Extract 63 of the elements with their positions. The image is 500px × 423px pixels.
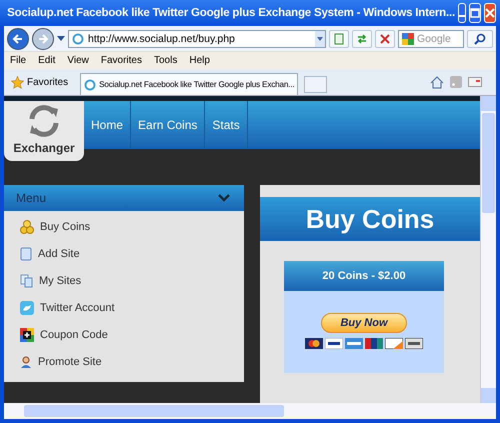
browser-tab[interactable]: Socialup.net Facebook like Twitter Google plus Exchan... <box>80 73 298 95</box>
menu-item[interactable]: Tools <box>154 55 178 66</box>
dropdown-caret-icon[interactable] <box>315 30 325 46</box>
back-button[interactable] <box>7 28 29 50</box>
minimize-button[interactable] <box>458 3 466 23</box>
search-button[interactable] <box>467 30 493 48</box>
nav-link[interactable]: Earn Coins <box>131 101 206 149</box>
address-field[interactable]: http://www.socialup.net/buy.php <box>68 30 326 48</box>
close-icon <box>485 8 495 18</box>
card-logo-icon <box>305 338 323 349</box>
offer-title: 20 Coins - $2.00 <box>284 261 444 291</box>
home-icon[interactable] <box>430 76 444 88</box>
url-text: http://www.socialup.net/buy.php <box>88 32 236 44</box>
horizontal-scrollbar[interactable] <box>4 403 496 419</box>
minimize-icon <box>459 15 465 17</box>
menu-link[interactable]: My Sites <box>20 273 244 289</box>
maximize-icon <box>470 8 480 18</box>
logo-text: Exchanger <box>13 141 75 155</box>
refresh-icon[interactable] <box>352 30 372 48</box>
menu-link[interactable]: Buy Coins <box>20 219 244 235</box>
menu-link[interactable]: Coupon Code <box>20 327 244 343</box>
dropdown-caret-icon[interactable] <box>57 36 65 41</box>
menu-item[interactable]: File <box>10 55 26 66</box>
menu-link[interactable]: Add Site <box>20 246 244 262</box>
plus-icon <box>20 328 34 342</box>
search-icon <box>474 32 486 44</box>
bird-icon <box>20 301 34 315</box>
chevron-down-icon <box>218 194 230 202</box>
coins-icon <box>20 220 34 234</box>
card-logo-icon <box>385 338 403 349</box>
menu-item[interactable]: Favorites <box>100 55 142 66</box>
menu-item[interactable]: Help <box>189 55 210 66</box>
star-icon <box>11 76 24 88</box>
forward-button[interactable] <box>32 28 54 50</box>
page-ring-icon <box>84 78 96 90</box>
mail-icon[interactable] <box>468 77 482 87</box>
stop-icon[interactable] <box>375 30 395 48</box>
favorites-button[interactable]: Favorites <box>7 76 72 88</box>
vertical-scrollbar[interactable] <box>480 96 496 403</box>
logo-card[interactable]: Exchanger <box>4 101 84 161</box>
card-logo-icon <box>345 338 363 349</box>
menu-item[interactable]: View <box>67 55 89 66</box>
maximize-button[interactable] <box>469 3 481 23</box>
card-logo-icon <box>325 338 343 349</box>
nav-link[interactable]: Home <box>84 101 132 149</box>
arrow-right-icon <box>37 32 49 44</box>
page-heading: Buy Coins <box>260 197 480 241</box>
card-logo-icon <box>365 338 383 349</box>
arrow-left-icon <box>12 32 24 44</box>
documents-icon <box>20 274 33 288</box>
buy-now-button[interactable]: Buy Now <box>321 313 407 333</box>
document-icon <box>20 247 32 261</box>
menu-title: Menu <box>16 191 46 205</box>
menu-link[interactable]: Promote Site <box>20 354 244 370</box>
search-provider-icon <box>402 32 414 44</box>
close-button[interactable] <box>484 3 496 23</box>
nav-link[interactable]: Stats <box>205 101 248 149</box>
menu-item[interactable]: Edit <box>38 55 56 66</box>
bank-logo-icon <box>405 338 423 349</box>
person-icon <box>20 355 32 369</box>
page-ring-icon <box>72 32 84 44</box>
menu-link[interactable]: Twitter Account <box>20 300 244 316</box>
window-title: Socialup.net Facebook like Twitter Google plus Exchange System - Windows Intern... <box>7 7 455 19</box>
